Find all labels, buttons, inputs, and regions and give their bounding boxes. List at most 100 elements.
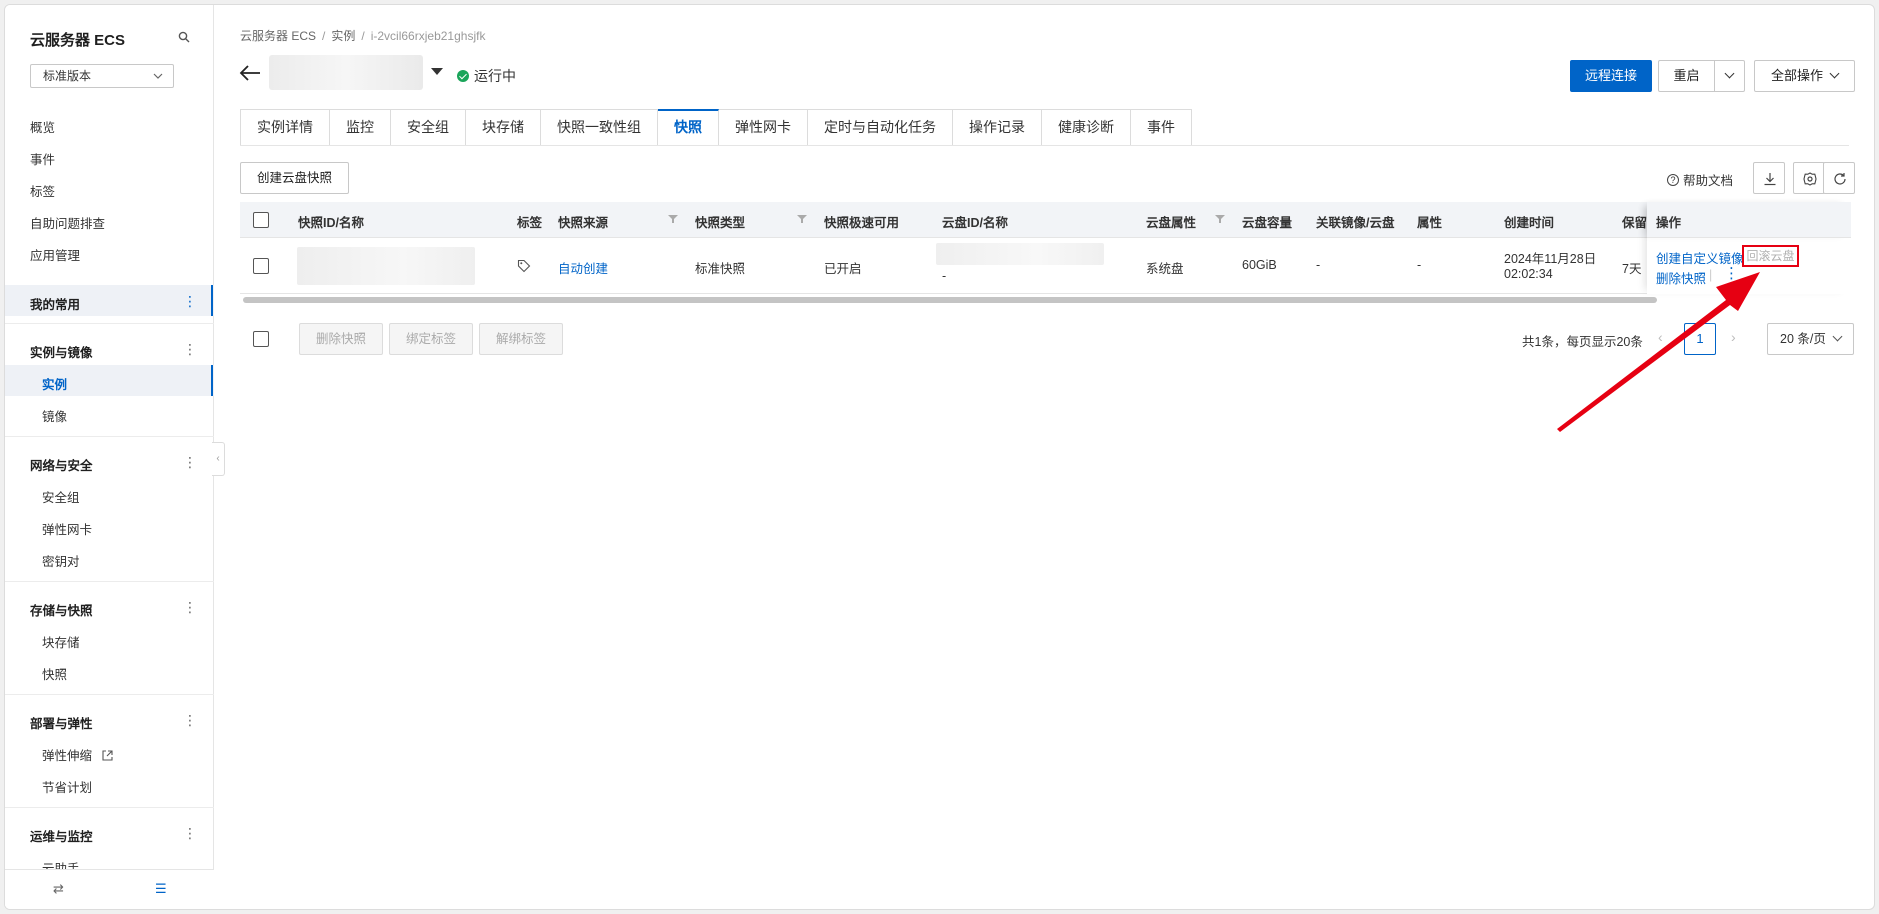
sidebar-item-security-group[interactable]: 安全组	[42, 487, 80, 506]
download-icon	[1764, 173, 1776, 186]
sidebar-group-deploy[interactable]: 部署与弹性	[30, 713, 93, 732]
tab-block-storage[interactable]: 块存储	[466, 109, 541, 146]
tab-eni[interactable]: 弹性网卡	[719, 109, 808, 146]
filter-icon[interactable]	[668, 214, 678, 224]
created-date: 2024年11月28日	[1504, 252, 1597, 266]
sidebar-item-image[interactable]: 镜像	[42, 406, 67, 425]
page-number-button[interactable]: 1	[1684, 323, 1716, 355]
refresh-button[interactable]	[1823, 162, 1855, 194]
tab-health-diagnosis[interactable]: 健康诊断	[1042, 109, 1131, 146]
table-header: 快照ID/名称 标签 快照来源 快照类型 快照极速可用 云盘ID/名称 云盘属性…	[240, 202, 1851, 238]
divider	[5, 694, 214, 695]
rollback-disk-link[interactable]: 回滚云盘	[1742, 245, 1799, 267]
settings-button[interactable]	[1793, 162, 1825, 194]
source-link[interactable]: 自动创建	[558, 258, 608, 277]
sidebar-item-snapshot[interactable]: 快照	[42, 664, 67, 683]
col-fast-available: 快照极速可用	[824, 216, 900, 230]
tab-instance-details[interactable]: 实例详情	[240, 109, 330, 146]
more-ops-icon[interactable]: ⋮	[1724, 266, 1739, 281]
horizontal-scrollbar[interactable]	[240, 296, 1851, 304]
sidebar-item-overview[interactable]: 概览	[30, 117, 55, 136]
tab-events[interactable]: 事件	[1131, 109, 1192, 146]
instance-name-masked	[269, 55, 423, 90]
page-size-select[interactable]: 20 条/页	[1767, 323, 1854, 355]
delete-snapshot-link[interactable]: 删除快照	[1656, 268, 1706, 287]
prev-page-icon[interactable]: ‹	[1658, 329, 1663, 345]
tab-operation-logs[interactable]: 操作记录	[953, 109, 1042, 146]
scrollbar-thumb[interactable]	[243, 297, 1657, 303]
download-button[interactable]	[1753, 162, 1785, 194]
disk-capacity: 60GiB	[1242, 258, 1277, 272]
swap-icon[interactable]: ⇄	[53, 881, 64, 897]
sidebar-item-troubleshoot[interactable]: 自助问题排查	[30, 213, 105, 232]
sidebar-item-events[interactable]: 事件	[30, 149, 55, 168]
chevron-down-icon	[1829, 68, 1840, 79]
sidebar-group-network[interactable]: 网络与安全	[30, 455, 93, 474]
divider	[5, 436, 214, 437]
filter-icon[interactable]	[1215, 214, 1225, 224]
more-icon[interactable]: ⋮	[183, 600, 197, 614]
bulk-delete-button[interactable]: 删除快照	[299, 323, 384, 355]
sidebar-item-block-storage[interactable]: 块存储	[42, 632, 80, 651]
breadcrumb-instance[interactable]: 实例	[331, 29, 355, 43]
next-page-icon[interactable]: ›	[1731, 329, 1736, 345]
create-snapshot-button[interactable]: 创建云盘快照	[240, 162, 350, 194]
sidebar-group-ops[interactable]: 运维与监控	[30, 826, 93, 845]
row-checkbox[interactable]	[253, 258, 269, 274]
sidebar: 云服务器 ECS 标准版本 概览 事件 标签 自助问题排查 应用管理 我的常用 …	[5, 5, 214, 909]
sidebar-item-savings-plan[interactable]: 节省计划	[42, 777, 92, 796]
tag-icon[interactable]	[517, 259, 531, 273]
all-operations-label: 全部操作	[1770, 68, 1823, 83]
snapshot-id-masked	[297, 247, 475, 285]
breadcrumb: 云服务器 ECS / 实例 / i-2vcil66rxjeb21ghsjfk	[240, 29, 486, 43]
main-content: 云服务器 ECS / 实例 / i-2vcil66rxjeb21ghsjfk 运行中 远…	[215, 5, 1874, 909]
restart-button[interactable]: 重启	[1658, 60, 1715, 92]
table-row: 自动创建 标准快照 已开启 - 系统盘 60GiB - - 2024年11月28…	[240, 238, 1851, 294]
version-select[interactable]: 标准版本	[30, 64, 174, 88]
tab-security-group[interactable]: 安全组	[391, 109, 466, 146]
sidebar-item-tags[interactable]: 标签	[30, 181, 55, 200]
list-icon[interactable]: ☰	[155, 881, 167, 897]
bulk-unbind-tag-button[interactable]: 解绑标签	[479, 323, 564, 355]
disk-attr: 系统盘	[1146, 262, 1184, 276]
breadcrumb-instance-id: i-2vcil66rxjeb21ghsjfk	[370, 29, 486, 43]
tab-scheduled-tasks[interactable]: 定时与自动化任务	[808, 109, 953, 146]
more-icon[interactable]: ⋮	[183, 342, 197, 356]
select-all-checkbox[interactable]	[253, 212, 269, 228]
more-icon[interactable]: ⋮	[183, 294, 197, 308]
back-arrow-icon[interactable]	[239, 62, 261, 84]
help-docs-link[interactable]: ? 帮助文档	[1667, 170, 1733, 189]
restart-dropdown-button[interactable]	[1714, 60, 1745, 92]
sidebar-group-favorites[interactable]: 我的常用	[30, 294, 80, 313]
ops-header: 操作	[1647, 202, 1851, 238]
app-frame: 云服务器 ECS 标准版本 概览 事件 标签 自助问题排查 应用管理 我的常用 …	[4, 4, 1875, 910]
sidebar-item-autoscaling[interactable]: 弹性伸缩	[42, 745, 113, 764]
all-operations-button[interactable]: 全部操作	[1754, 60, 1855, 92]
sidebar-item-instance[interactable]: 实例	[42, 374, 67, 393]
help-icon: ?	[1667, 173, 1679, 186]
sidebar-item-apps[interactable]: 应用管理	[30, 245, 80, 264]
more-icon[interactable]: ⋮	[183, 455, 197, 469]
col-ops: 操作	[1656, 216, 1682, 230]
tab-snapshot-consistency-group[interactable]: 快照一致性组	[541, 109, 658, 146]
sidebar-item-keypair[interactable]: 密钥对	[42, 551, 80, 570]
tab-monitoring[interactable]: 监控	[330, 109, 391, 146]
breadcrumb-ecs[interactable]: 云服务器 ECS	[240, 29, 316, 43]
version-select-value: 标准版本	[43, 69, 92, 83]
search-icon[interactable]	[178, 31, 190, 43]
sidebar-group-instances[interactable]: 实例与镜像	[30, 342, 93, 361]
bulk-select-checkbox[interactable]	[253, 331, 269, 347]
fast-available: 已开启	[824, 262, 862, 276]
sidebar-group-storage[interactable]: 存储与快照	[30, 600, 93, 619]
tab-snapshot[interactable]: 快照	[658, 109, 719, 146]
caret-down-icon[interactable]	[431, 68, 443, 75]
more-icon[interactable]: ⋮	[183, 826, 197, 840]
tab-bar: 实例详情 监控 安全组 块存储 快照一致性组 快照 弹性网卡 定时与自动化任务 …	[240, 109, 1192, 146]
more-icon[interactable]: ⋮	[183, 713, 197, 727]
divider	[5, 807, 214, 808]
filter-icon[interactable]	[797, 214, 807, 224]
bulk-bind-tag-button[interactable]: 绑定标签	[389, 323, 474, 355]
remote-connect-button[interactable]: 远程连接	[1570, 60, 1652, 92]
sidebar-item-eni[interactable]: 弹性网卡	[42, 519, 92, 538]
disk-name: -	[942, 269, 947, 283]
